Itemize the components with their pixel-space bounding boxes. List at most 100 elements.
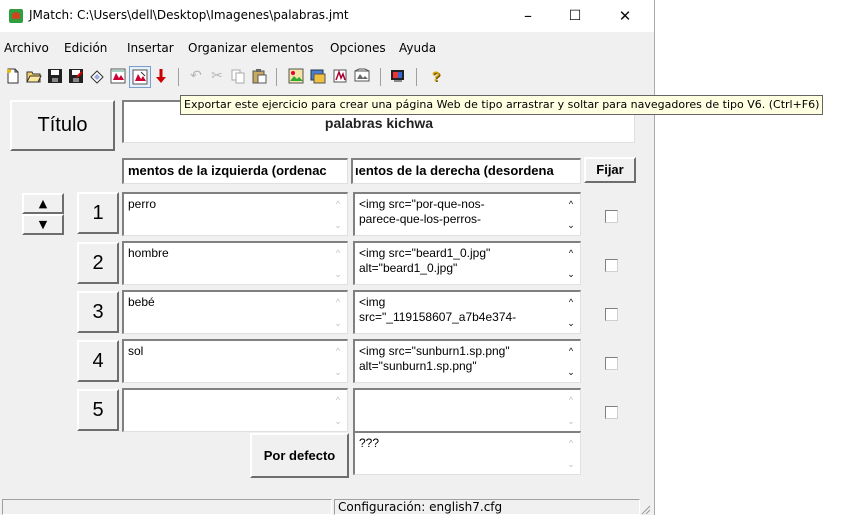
scroll-up-icon[interactable]: ^ xyxy=(565,296,577,308)
insert-image-icon[interactable] xyxy=(286,66,306,86)
left-item-field[interactable]: perro ^ ⌄ xyxy=(122,192,348,236)
left-item-field[interactable]: ^ ⌄ xyxy=(122,388,348,432)
left-item-text: bebé xyxy=(128,295,155,309)
scroll-down-icon[interactable]: ⌄ xyxy=(565,317,577,329)
left-item-field[interactable]: sol ^ ⌄ xyxy=(122,339,348,383)
scroll-up-icon[interactable]: ^ xyxy=(565,345,577,357)
scroll-down-icon[interactable]: ⌄ xyxy=(332,366,344,378)
title-bar: JMatch: C:\Users\dell\Desktop\Imagenes\p… xyxy=(0,0,654,32)
scroll-up-icon[interactable]: ^ xyxy=(565,198,577,210)
right-item-field[interactable]: <img src="beard1_0.jpg" alt="beard1_0.jp… xyxy=(353,241,581,285)
copy-icon[interactable] xyxy=(228,66,248,86)
resize-grip-icon[interactable] xyxy=(641,504,651,515)
scroll-down-icon[interactable]: ⌄ xyxy=(565,415,577,427)
right-items-header: ıentos de la derecha (desordena xyxy=(351,158,581,184)
import-icon[interactable] xyxy=(151,66,171,86)
scroll-down-icon[interactable]: ⌄ xyxy=(332,317,344,329)
left-item-text: hombre xyxy=(128,246,169,260)
menu-opciones[interactable]: Opciones xyxy=(330,41,386,55)
open-folder-icon[interactable] xyxy=(24,66,44,86)
left-item-text: sol xyxy=(128,344,144,358)
undo-icon[interactable]: ↶ xyxy=(186,66,206,86)
right-item-field[interactable]: <img src="por-que-nos- parece-que-los-pe… xyxy=(353,192,581,236)
row-number-button[interactable]: 1 xyxy=(77,192,119,234)
fix-checkbox[interactable] xyxy=(605,259,618,272)
export-tooltip: Exportar este ejercicio para crear una p… xyxy=(180,95,824,115)
fix-checkbox[interactable] xyxy=(605,210,618,223)
right-item-field[interactable]: <img src="_119158607_a7b4e374- ^ ⌄ xyxy=(353,290,581,334)
window-title: JMatch: C:\Users\dell\Desktop\Imagenes\p… xyxy=(29,8,349,22)
right-item-text: <img src="por-que-nos- parece-que-los-pe… xyxy=(359,197,485,226)
menu-edicion[interactable]: Edición xyxy=(64,41,107,55)
scroll-down-icon[interactable]: ⌄ xyxy=(332,415,344,427)
paste-icon[interactable] xyxy=(249,66,269,86)
cut-icon[interactable]: ✂ xyxy=(207,66,227,86)
move-up-button[interactable]: ▲ xyxy=(22,193,64,214)
move-down-button[interactable]: ▼ xyxy=(22,214,64,235)
scroll-up-icon[interactable]: ^ xyxy=(565,247,577,259)
menu-ayuda[interactable]: Ayuda xyxy=(399,41,436,55)
title-button[interactable]: Título xyxy=(10,100,115,151)
row-number-button[interactable]: 5 xyxy=(77,389,119,431)
scroll-down-icon[interactable]: ⌄ xyxy=(565,219,577,231)
insert-table-icon[interactable] xyxy=(308,66,328,86)
minimize-button[interactable]: – xyxy=(508,4,548,28)
save-icon[interactable] xyxy=(45,66,65,86)
left-item-text: perro xyxy=(128,197,157,211)
toolbar-separator xyxy=(276,68,277,86)
insert-link-icon[interactable] xyxy=(330,66,350,86)
scroll-up-icon[interactable]: ^ xyxy=(332,394,344,406)
translate-icon[interactable] xyxy=(388,66,408,86)
scroll-down-icon[interactable]: ⌄ xyxy=(565,458,577,470)
menu-archivo[interactable]: Archivo xyxy=(4,41,49,55)
save-as-icon[interactable] xyxy=(66,66,86,86)
left-item-field[interactable]: hombre ^ ⌄ xyxy=(122,241,348,285)
scroll-down-icon[interactable]: ⌄ xyxy=(332,268,344,280)
help-icon[interactable]: ? xyxy=(426,66,446,86)
default-distractor-text: ??? xyxy=(359,436,380,450)
row-number-button[interactable]: 3 xyxy=(77,291,119,333)
scroll-down-icon[interactable]: ⌄ xyxy=(565,268,577,280)
fix-checkbox[interactable] xyxy=(605,406,618,419)
export-dragdrop-icon[interactable] xyxy=(129,66,151,88)
scroll-up-icon[interactable]: ^ xyxy=(565,394,577,406)
scroll-up-icon[interactable]: ^ xyxy=(565,437,577,449)
toolbar-separator xyxy=(178,68,179,86)
right-item-field[interactable]: ^ ⌄ xyxy=(353,388,581,432)
menu-organizar-elementos[interactable]: Organizar elementos xyxy=(188,41,314,55)
title-input-value: palabras kichwa xyxy=(324,115,434,131)
maximize-button[interactable]: ☐ xyxy=(555,4,595,28)
scroll-up-icon[interactable]: ^ xyxy=(332,345,344,357)
status-bar: Configuración: english7.cfg xyxy=(0,497,654,515)
scroll-up-icon[interactable]: ^ xyxy=(332,198,344,210)
scroll-down-icon[interactable]: ⌄ xyxy=(332,219,344,231)
left-items-header: mentos de la izquierda (ordenac xyxy=(122,158,348,184)
left-item-field[interactable]: bebé ^ ⌄ xyxy=(122,290,348,334)
right-item-text: <img src="beard1_0.jpg" alt="beard1_0.jp… xyxy=(359,246,491,275)
menu-bar: Archivo Edición Insertar Organizar eleme… xyxy=(0,40,654,60)
toolbar: ↶ ✂ ? xyxy=(0,62,654,92)
menu-insertar[interactable]: Insertar xyxy=(127,41,174,55)
right-item-text: <img src="sunburn1.sp.png" alt="sunburn1… xyxy=(359,344,510,373)
fix-checkbox[interactable] xyxy=(605,357,618,370)
toolbar-separator xyxy=(416,68,417,86)
toolbar-separator xyxy=(380,68,381,86)
scroll-down-icon[interactable]: ⌄ xyxy=(565,366,577,378)
right-item-field[interactable]: <img src="sunburn1.sp.png" alt="sunburn1… xyxy=(353,339,581,383)
close-button[interactable]: ✕ xyxy=(605,4,645,28)
default-distractor-field[interactable]: ??? ^ ⌄ xyxy=(353,431,581,475)
export-web-icon[interactable] xyxy=(108,66,128,86)
row-number-button[interactable]: 2 xyxy=(77,242,119,284)
scroll-up-icon[interactable]: ^ xyxy=(332,247,344,259)
scroll-up-icon[interactable]: ^ xyxy=(332,296,344,308)
fix-checkbox[interactable] xyxy=(605,308,618,321)
default-button[interactable]: Por defecto xyxy=(250,433,349,478)
new-file-icon[interactable] xyxy=(3,66,23,86)
status-panel-left xyxy=(2,499,332,515)
row-number-button[interactable]: 4 xyxy=(77,340,119,382)
right-item-text: <img src="_119158607_a7b4e374- xyxy=(359,295,517,324)
insert-media-icon[interactable] xyxy=(352,66,372,86)
clear-icon[interactable] xyxy=(87,66,107,86)
status-config: Configuración: english7.cfg xyxy=(334,499,640,515)
fix-column-header[interactable]: Fijar xyxy=(584,157,636,183)
